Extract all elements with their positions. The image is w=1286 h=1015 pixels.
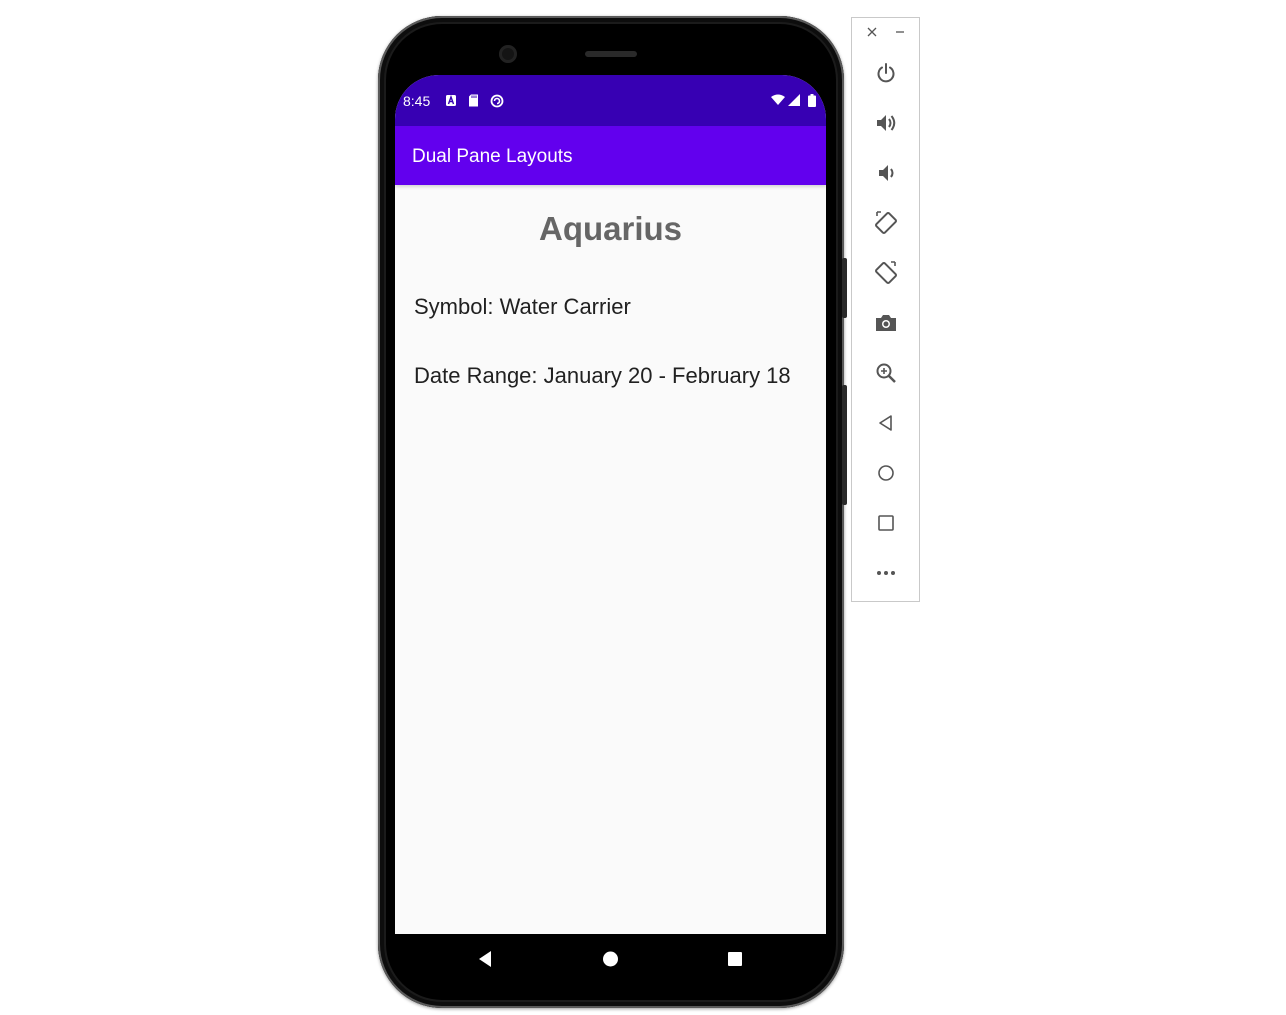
navigation-bar bbox=[395, 934, 826, 984]
sign-title: Aquarius bbox=[538, 210, 683, 247]
home-icon[interactable] bbox=[602, 950, 619, 968]
camera-icon[interactable] bbox=[874, 311, 898, 335]
front-camera bbox=[499, 45, 517, 63]
app-bar: Dual Pane Layouts bbox=[395, 126, 826, 185]
recents-icon[interactable] bbox=[727, 950, 743, 968]
minimize-icon[interactable] bbox=[894, 26, 906, 38]
volume-down-icon[interactable] bbox=[874, 161, 898, 185]
sign-date-range: Date Range: January 20 - February 18 bbox=[414, 363, 791, 388]
back-icon[interactable] bbox=[874, 411, 898, 435]
status-bar: 8:45 bbox=[395, 75, 826, 126]
zoom-icon[interactable] bbox=[874, 361, 898, 385]
emulator-toolbar bbox=[851, 17, 920, 602]
rotate-left-icon[interactable] bbox=[874, 211, 898, 235]
power-hardware-button bbox=[842, 258, 847, 318]
more-icon[interactable] bbox=[874, 561, 898, 585]
back-icon[interactable] bbox=[477, 950, 493, 968]
battery-icon bbox=[808, 94, 816, 107]
overview-icon[interactable] bbox=[874, 511, 898, 535]
rotate-right-icon[interactable] bbox=[874, 261, 898, 285]
home-icon[interactable] bbox=[874, 461, 898, 485]
device-screen[interactable]: 8:45 Dual Pane Layouts Aquarius Symbol: … bbox=[395, 75, 826, 934]
sd-card-icon bbox=[468, 94, 481, 107]
signal-icon bbox=[788, 94, 800, 107]
power-icon[interactable] bbox=[874, 61, 898, 85]
sign-symbol: Symbol: Water Carrier bbox=[414, 294, 631, 319]
app-title: Dual Pane Layouts bbox=[412, 146, 573, 167]
volume-hardware-button bbox=[842, 385, 847, 505]
close-icon[interactable] bbox=[866, 26, 878, 38]
volume-up-icon[interactable] bbox=[874, 111, 898, 135]
accessibility-icon bbox=[445, 94, 458, 107]
wifi-icon bbox=[771, 94, 785, 107]
sync-icon bbox=[490, 94, 504, 108]
earpiece bbox=[585, 51, 637, 57]
emulator-window: 8:45 Dual Pane Layouts Aquarius Symbol: … bbox=[0, 0, 1286, 1015]
status-time: 8:45 bbox=[403, 93, 431, 109]
